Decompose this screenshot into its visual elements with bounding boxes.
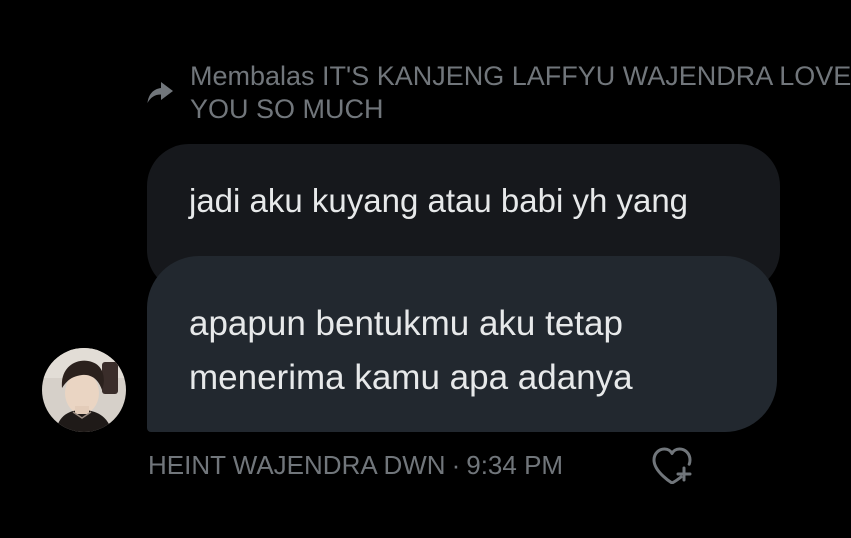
heart-add-icon[interactable] (651, 444, 693, 484)
meta-separator: · (451, 450, 461, 480)
message-timestamp: 9:34 PM (466, 450, 564, 480)
message-bubble[interactable]: apapun bentukmu aku tetap menerima kamu … (147, 256, 777, 432)
avatar-image (42, 348, 126, 432)
avatar[interactable] (42, 348, 126, 432)
reply-arrow-icon (147, 82, 173, 103)
reply-context[interactable]: Membalas IT'S KANJENG LAFFYU WAJENDRA LO… (144, 58, 851, 128)
message-text: apapun bentukmu aku tetap menerima kamu … (189, 304, 633, 397)
sender-name[interactable]: HEINT WAJENDRA DWN (148, 448, 446, 482)
reply-context-label: Membalas IT'S KANJENG LAFFYU WAJENDRA LO… (190, 61, 851, 124)
message-meta: HEINT WAJENDRA DWN · 9:34 PM (148, 447, 563, 483)
quoted-message-text: jadi aku kuyang atau babi yh yang (189, 182, 689, 219)
